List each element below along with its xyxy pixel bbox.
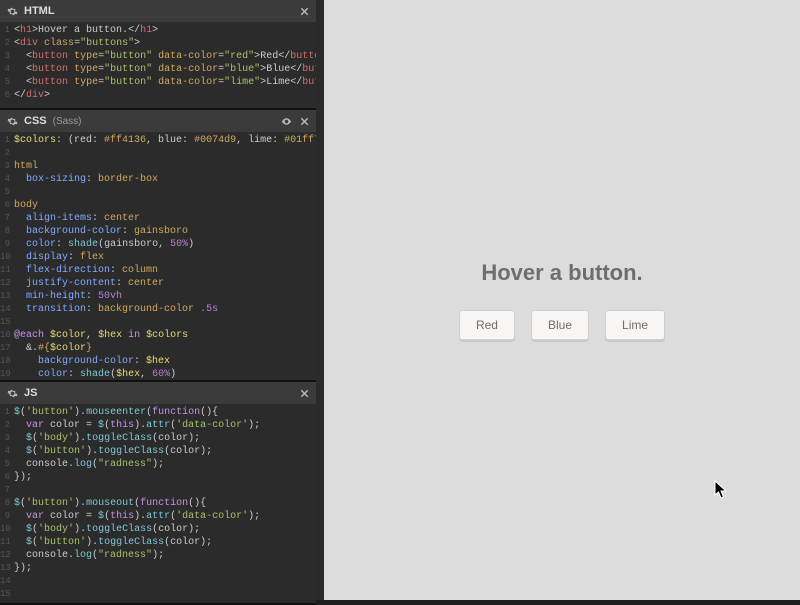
css-panel-title: CSS	[24, 115, 47, 127]
js-panel-title: JS	[24, 387, 37, 399]
js-panel-header: JS	[0, 382, 316, 404]
preview-buttons-row: Red Blue Lime	[459, 310, 665, 340]
html-panel: HTML 1<h1>Hover a button.</h1> 2<div cla…	[0, 0, 316, 110]
red-button[interactable]: Red	[459, 310, 515, 340]
preview-pane: Hover a button. Red Blue Lime	[316, 0, 800, 600]
css-panel: CSS (Sass) 1$colors: (red: #ff4136, blue…	[0, 110, 316, 382]
gear-icon[interactable]	[6, 387, 18, 399]
html-panel-title: HTML	[24, 5, 55, 17]
js-panel: JS 1$('button').mouseenter(function(){ 2…	[0, 382, 316, 605]
eye-icon[interactable]	[280, 115, 292, 127]
js-code-area[interactable]: 1$('button').mouseenter(function(){ 2 va…	[0, 404, 316, 603]
close-icon[interactable]	[298, 387, 310, 399]
editor-column: HTML 1<h1>Hover a button.</h1> 2<div cla…	[0, 0, 316, 600]
blue-button[interactable]: Blue	[531, 310, 589, 340]
preview-heading: Hover a button.	[481, 260, 642, 286]
gear-icon[interactable]	[6, 5, 18, 17]
lime-button[interactable]: Lime	[605, 310, 665, 340]
cursor-icon	[714, 480, 728, 500]
close-icon[interactable]	[298, 115, 310, 127]
close-icon[interactable]	[298, 5, 310, 17]
html-panel-header: HTML	[0, 0, 316, 22]
html-code-area[interactable]: 1<h1>Hover a button.</h1> 2<div class="b…	[0, 22, 316, 108]
gear-icon[interactable]	[6, 115, 18, 127]
css-preprocessor-label: (Sass)	[53, 116, 82, 127]
css-panel-header: CSS (Sass)	[0, 110, 316, 132]
css-code-area[interactable]: 1$colors: (red: #ff4136, blue: #0074d9, …	[0, 132, 316, 380]
